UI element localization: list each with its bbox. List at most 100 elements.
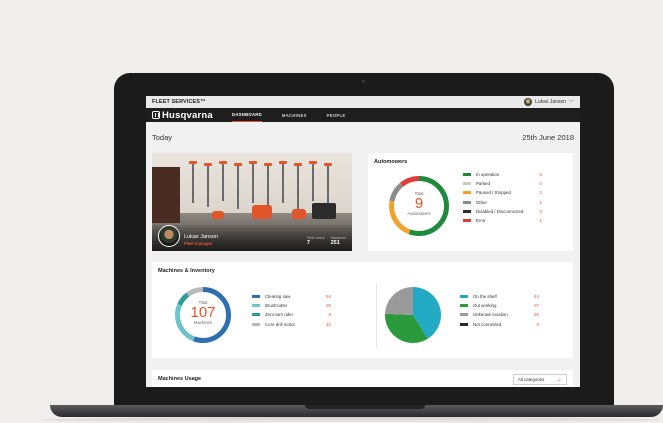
legend-swatch xyxy=(463,219,471,223)
legend-label: Disabled / Disconnected xyxy=(476,208,524,214)
legend-value: 2 xyxy=(539,190,542,196)
legend-label: Error xyxy=(476,218,486,224)
legend-value: 44 xyxy=(534,294,539,300)
legend-item[interactable]: Zero-turn rider 8 xyxy=(252,310,331,319)
legend-value: 1 xyxy=(539,218,542,224)
inventory-card[interactable]: Machines & Inventory Total 107 Machines … xyxy=(152,262,573,358)
donut-center: Total 107 Machines xyxy=(174,300,232,325)
legend-item[interactable]: Clearing saw 54 xyxy=(252,292,331,301)
main-nav: Husqvarna DASHBOARD MACHINES PEOPLE xyxy=(146,108,580,122)
legend-label: Unknown location xyxy=(473,312,508,318)
app-screen: FLEET SERVICES™ Lukas Janson ﹀ Husqvarna… xyxy=(146,96,580,387)
card-title: Automowers xyxy=(374,159,408,165)
legend-item[interactable]: Not connected 0 xyxy=(460,320,539,329)
category-filter-value: All categories xyxy=(518,377,545,382)
profile-card: Lukas Janson Fleet manager Fleet users 7… xyxy=(152,153,352,251)
legend-item[interactable]: On the shelf 44 xyxy=(460,292,539,301)
legend-swatch xyxy=(252,322,260,326)
legend-value: 37 xyxy=(534,303,539,309)
legend-item[interactable]: Other 1 xyxy=(463,198,542,207)
machine-status-legend: On the shelf 44 Out working 37 Unknown locat… xyxy=(460,292,539,329)
divider xyxy=(376,284,377,348)
legend-value: 25 xyxy=(326,303,331,309)
legend-label: Brushcutter xyxy=(265,303,288,309)
legend-swatch xyxy=(460,322,468,326)
legend-value: 0 xyxy=(536,321,539,327)
legend-label: Parked xyxy=(476,181,490,187)
legend-label: Paused / Stopped xyxy=(476,190,511,196)
tab-machines[interactable]: MACHINES xyxy=(282,108,307,122)
legend-swatch xyxy=(460,313,468,317)
legend-label: Out working xyxy=(473,303,497,309)
legend-item[interactable]: Unknown location 26 xyxy=(460,310,539,319)
stat-machines: Machines 251 xyxy=(330,236,346,246)
usage-card: Machines Usage All categories ⌄ xyxy=(152,370,573,387)
legend-label: Other xyxy=(476,199,487,205)
legend-swatch xyxy=(463,173,471,177)
profile-stats: Fleet users 7 Machines 251 xyxy=(307,236,346,246)
category-filter-select[interactable]: All categories ⌄ xyxy=(513,374,567,385)
logo-text: Husqvarna xyxy=(162,109,213,121)
webcam xyxy=(362,80,365,83)
legend-value: 0 xyxy=(539,208,542,214)
legend-swatch xyxy=(460,295,468,299)
legend-value: 1 xyxy=(539,199,542,205)
legend-label: Clearing saw xyxy=(265,294,291,300)
card-title: Machines Usage xyxy=(158,376,202,382)
legend-label: Not connected xyxy=(473,321,502,327)
husqvarna-crown-icon xyxy=(152,111,160,119)
legend-item[interactable]: Core drill motor 10 xyxy=(252,320,331,329)
legend-label: Zero-turn rider xyxy=(265,312,294,318)
legend-value: 8 xyxy=(328,312,331,318)
legend-swatch xyxy=(463,191,471,195)
automowers-card[interactable]: Automowers Total 9 Automowers In operati… xyxy=(368,153,573,251)
current-date: 25th June 2018 xyxy=(522,132,574,142)
machine-types-legend: Clearing saw 54 Brushcutter 25 Zero-turn rid… xyxy=(252,292,331,329)
top-bar: FLEET SERVICES™ Lukas Janson ﹀ xyxy=(146,96,580,108)
machine-status-pie-chart xyxy=(385,287,441,343)
legend-item[interactable]: Disabled / Disconnected 0 xyxy=(463,207,542,216)
page-header: Today 25th June 2018 xyxy=(146,122,580,144)
legend-value: 26 xyxy=(534,312,539,318)
fleet-services-brand: FLEET SERVICES™ xyxy=(152,99,206,105)
avatar xyxy=(158,225,180,247)
legend-swatch xyxy=(252,313,260,317)
inventory-total: 107 xyxy=(190,304,216,321)
user-menu[interactable]: Lukas Janson ﹀ xyxy=(524,98,574,106)
legend-label: Core drill motor xyxy=(265,321,296,327)
avatar xyxy=(524,98,533,106)
laptop-shadow xyxy=(40,417,660,423)
tab-people[interactable]: PEOPLE xyxy=(327,108,346,122)
legend-value: 10 xyxy=(326,321,331,327)
legend-swatch xyxy=(252,295,260,299)
donut-center: Total 9 Automowers xyxy=(388,191,450,216)
legend-item[interactable]: In operation 5 xyxy=(463,170,542,179)
user-name: Lukas Janson xyxy=(535,99,566,105)
card-title: Machines & Inventory xyxy=(158,268,215,274)
husqvarna-logo[interactable]: Husqvarna xyxy=(152,110,232,121)
legend-item[interactable]: Paused / Stopped 2 xyxy=(463,188,542,197)
legend-swatch xyxy=(252,304,260,308)
laptop-hinge-notch xyxy=(305,405,425,409)
chevron-down-icon: ﹀ xyxy=(568,99,574,106)
automowers-legend: In operation 5 Parked 0 Paused / Stopped 2 Oth… xyxy=(463,170,542,225)
page-title: Today xyxy=(152,132,173,142)
legend-item[interactable]: Out working 37 xyxy=(460,301,539,310)
legend-value: 54 xyxy=(326,294,331,300)
profile-name: Lukas Janson xyxy=(184,234,218,240)
profile-role: Fleet manager xyxy=(184,241,213,246)
legend-item[interactable]: Brushcutter 25 xyxy=(252,301,331,310)
tab-dashboard[interactable]: DASHBOARD xyxy=(232,108,262,122)
pie-slice-unknown-location[interactable] xyxy=(385,287,413,315)
nav-tabs: DASHBOARD MACHINES PEOPLE xyxy=(232,108,345,122)
legend-swatch xyxy=(463,200,471,204)
legend-value: 0 xyxy=(539,181,542,187)
legend-value: 5 xyxy=(539,172,542,178)
legend-item[interactable]: Error 1 xyxy=(463,216,542,225)
legend-item[interactable]: Parked 0 xyxy=(463,179,542,188)
legend-label: On the shelf xyxy=(473,294,497,300)
legend-swatch xyxy=(460,304,468,308)
chevron-down-icon: ⌄ xyxy=(556,377,562,383)
stat-fleet-users: Fleet users 7 xyxy=(306,236,325,246)
legend-label: In operation xyxy=(476,172,500,178)
